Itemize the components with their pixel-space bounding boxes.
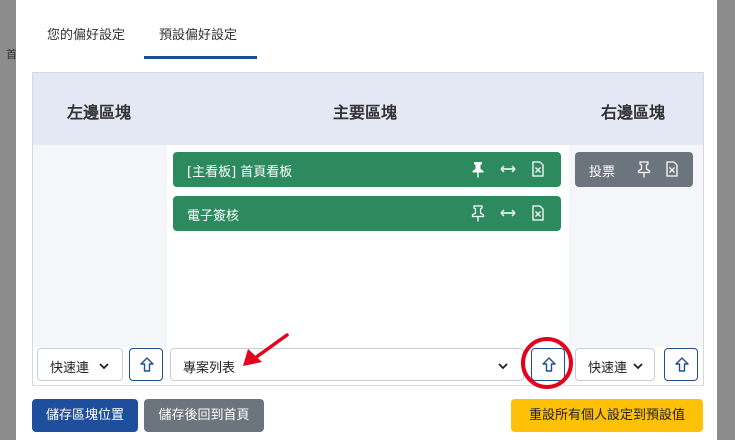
delete-icon[interactable]: [529, 204, 547, 222]
add-block-left-button[interactable]: [129, 348, 163, 381]
tab-your-preferences[interactable]: 您的偏好設定: [47, 24, 125, 43]
tab-default-preferences[interactable]: 預設偏好設定: [159, 24, 237, 43]
left-column-title: 左邊區塊: [67, 103, 132, 122]
arrows-horizontal-icon[interactable]: [499, 160, 517, 178]
save-block-position-button[interactable]: 儲存區塊位置: [32, 399, 138, 432]
save-and-return-home-button[interactable]: 儲存後回到首頁: [144, 399, 264, 432]
block-e-approval[interactable]: 電子簽核: [173, 196, 561, 231]
arrows-horizontal-icon[interactable]: [499, 204, 517, 222]
pin-icon[interactable]: [469, 204, 487, 222]
delete-icon[interactable]: [529, 160, 547, 178]
add-block-main-button[interactable]: [531, 348, 565, 381]
tab-bar: 您的偏好設定 預設偏好設定: [16, 0, 717, 59]
add-block-right-button[interactable]: [664, 348, 698, 381]
left-block-select[interactable]: 快速連: [37, 348, 123, 381]
block-main-dashboard[interactable]: [主看板] 首頁看板: [173, 152, 561, 187]
right-block-select[interactable]: 快速連: [575, 348, 655, 381]
block-voting[interactable]: 投票: [575, 152, 693, 187]
delete-icon[interactable]: [663, 160, 681, 178]
reset-to-defaults-button[interactable]: 重設所有個人設定到預設值: [511, 399, 703, 432]
chevron-down-icon: [498, 363, 508, 370]
block-label: [主看板] 首頁看板: [187, 165, 293, 180]
select-value: 快速連: [50, 361, 90, 376]
arrow-up-icon: [542, 357, 556, 372]
chevron-down-icon: [99, 363, 109, 370]
pin-icon[interactable]: [635, 160, 653, 178]
left-column-dropzone[interactable]: [33, 145, 167, 347]
arrow-up-icon: [675, 357, 689, 372]
main-block-select[interactable]: 專案列表: [170, 348, 524, 381]
pin-icon[interactable]: [469, 160, 487, 178]
select-value: 專案列表: [183, 361, 236, 376]
arrow-up-icon: [140, 357, 154, 372]
preferences-modal: 您的偏好設定 預設偏好設定 左邊區塊 主要區塊 右邊區塊 [主看板] 首頁看板 …: [16, 0, 717, 440]
background-overlay-right: [717, 0, 735, 440]
chevron-down-icon: [633, 363, 643, 370]
background-overlay-left: 首: [0, 0, 17, 440]
active-tab-indicator: [144, 56, 257, 59]
block-label: 投票: [589, 165, 616, 180]
select-value: 快速連: [588, 361, 628, 376]
column-header-row: 左邊區塊 主要區塊 右邊區塊: [33, 73, 703, 145]
block-label: 電子簽核: [187, 209, 240, 224]
right-column-title: 右邊區塊: [601, 103, 666, 122]
main-column-title: 主要區塊: [333, 103, 398, 122]
